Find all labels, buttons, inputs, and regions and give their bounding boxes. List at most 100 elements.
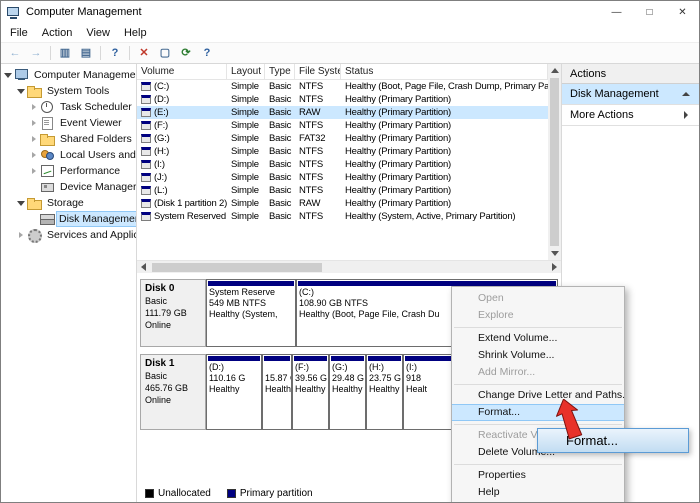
tree-item-computer-management-local[interactable]: Computer Management (Local — [1, 67, 136, 83]
chevron-right-icon[interactable] — [681, 110, 691, 120]
local-users-and-groups-icon — [40, 149, 54, 161]
context-menu-item-change-drive-letter-and-paths[interactable]: Change Drive Letter and Paths... — [452, 387, 624, 404]
context-menu-item-help[interactable]: Help — [452, 484, 624, 501]
tree-item-services-and-applications[interactable]: Services and Applications — [1, 227, 136, 243]
chevron-collapsed-icon[interactable] — [16, 230, 26, 240]
open-button[interactable]: ▢ — [155, 44, 175, 62]
volume-row-g[interactable]: (G:)SimpleBasicFAT32Healthy (Primary Par… — [137, 132, 548, 145]
help-topics-button[interactable]: ? — [197, 44, 217, 62]
volume-name: System Reserved (K:) — [154, 211, 227, 222]
window-controls: — □ ✕ — [600, 1, 699, 23]
column-header-type[interactable]: Type — [265, 64, 295, 79]
type-cell: Basic — [265, 159, 295, 170]
scroll-down-button[interactable] — [548, 247, 561, 260]
partition-f[interactable]: (F:)39.56 GHealthy — [292, 354, 329, 430]
status-cell: Healthy (Primary Partition) — [341, 198, 548, 209]
tree-item-task-scheduler[interactable]: Task Scheduler — [1, 99, 136, 115]
disk-header-disk-0[interactable]: Disk 0Basic111.79 GBOnline — [140, 279, 206, 347]
scroll-right-button[interactable] — [548, 261, 561, 274]
volume-row-e[interactable]: (E:)SimpleBasicRAWHealthy (Primary Parti… — [137, 106, 548, 119]
forward-icon: → — [31, 48, 42, 59]
volume-row-disk-1-partition-2[interactable]: (Disk 1 partition 2)SimpleBasicRAWHealth… — [137, 197, 548, 210]
menu-separator — [454, 424, 622, 425]
partition-health: Healthy (System, — [209, 309, 293, 320]
tree-item-label: Shared Folders — [57, 132, 135, 146]
partition-text: (D:)110.16 GHealthy — [207, 361, 261, 396]
chevron-collapsed-icon[interactable] — [29, 150, 39, 160]
action-more-actions[interactable]: More Actions — [562, 105, 699, 126]
chevron-expanded-icon[interactable] — [16, 198, 26, 208]
tree-item-performance[interactable]: Performance — [1, 163, 136, 179]
volume-row-d[interactable]: (D:)SimpleBasicNTFSHealthy (Primary Part… — [137, 93, 548, 106]
context-menu-item-properties[interactable]: Properties — [452, 467, 624, 484]
partition-g[interactable]: (G:)29.48 GHealthy — [329, 354, 366, 430]
column-header-status[interactable]: Status — [341, 64, 548, 79]
tree-item-label: Disk Management — [57, 212, 136, 226]
partition-name: (H:) — [369, 362, 400, 373]
horizontal-scroll-thumb[interactable] — [152, 263, 322, 272]
column-header-layout[interactable]: Layout — [227, 64, 265, 79]
help-button[interactable]: ? — [105, 44, 125, 62]
volume-name: (D:) — [154, 94, 169, 105]
volume-row-c[interactable]: (C:)SimpleBasicNTFSHealthy (Boot, Page F… — [137, 80, 548, 93]
volume-cell: (I:) — [137, 159, 227, 170]
partition-unnamed[interactable]: 15.87 GHealth — [262, 354, 292, 430]
tree-item-system-tools[interactable]: System Tools — [1, 83, 136, 99]
volume-row-i[interactable]: (I:)SimpleBasicNTFSHealthy (Primary Part… — [137, 158, 548, 171]
menu-action[interactable]: Action — [35, 25, 80, 41]
chevron-expanded-icon[interactable] — [16, 86, 26, 96]
delete-volume-icon: ✕ — [139, 48, 148, 59]
tree-item-disk-management[interactable]: Disk Management — [1, 211, 136, 227]
task-scheduler-icon — [40, 101, 54, 113]
partition-system-reserve[interactable]: System Reserve549 MB NTFSHealthy (System… — [206, 279, 296, 347]
chevron-collapsed-icon[interactable] — [29, 118, 39, 128]
vertical-scroll-thumb[interactable] — [550, 78, 559, 246]
tree-item-device-manager[interactable]: Device Manager — [1, 179, 136, 195]
app-icon — [7, 6, 21, 19]
action-disk-management[interactable]: Disk Management — [562, 84, 699, 105]
partition-h[interactable]: (H:)23.75 GHealthy — [366, 354, 403, 430]
column-header-file-system[interactable]: File System — [295, 64, 341, 79]
forward-button[interactable]: → — [26, 44, 46, 62]
properties-button[interactable]: ▤ — [76, 44, 96, 62]
volume-row-f[interactable]: (F:)SimpleBasicNTFSHealthy (Primary Part… — [137, 119, 548, 132]
maximize-button[interactable]: □ — [633, 1, 666, 23]
type-cell: Basic — [265, 81, 295, 92]
volume-row-h[interactable]: (H:)SimpleBasicNTFSHealthy (Primary Part… — [137, 145, 548, 158]
menu-view[interactable]: View — [79, 25, 117, 41]
chevron-collapsed-icon[interactable] — [29, 134, 39, 144]
refresh-button[interactable]: ⟳ — [176, 44, 196, 62]
chevron-collapsed-icon[interactable] — [29, 102, 39, 112]
menu-file[interactable]: File — [3, 25, 35, 41]
tree-item-event-viewer[interactable]: Event Viewer — [1, 115, 136, 131]
context-menu-item-shrink-volume[interactable]: Shrink Volume... — [452, 347, 624, 364]
menu-help[interactable]: Help — [117, 25, 154, 41]
file-system-cell: FAT32 — [295, 133, 341, 144]
tree-item-storage[interactable]: Storage — [1, 195, 136, 211]
context-menu-item-extend-volume[interactable]: Extend Volume... — [452, 330, 624, 347]
volume-row-system-reserved-k[interactable]: System Reserved (K:)SimpleBasicNTFSHealt… — [137, 210, 548, 223]
scroll-up-button[interactable] — [548, 64, 561, 77]
scroll-left-button[interactable] — [137, 261, 150, 274]
column-header-volume[interactable]: Volume — [137, 64, 227, 79]
partition-name: System Reserve — [209, 287, 293, 298]
tree-item-shared-folders[interactable]: Shared Folders — [1, 131, 136, 147]
chevron-expanded-icon[interactable] — [3, 70, 13, 80]
volume-vertical-scrollbar[interactable] — [548, 64, 561, 260]
context-menu-item-format[interactable]: Format... — [452, 404, 624, 421]
partition-d[interactable]: (D:)110.16 GHealthy — [206, 354, 262, 430]
volume-row-j[interactable]: (J:)SimpleBasicNTFSHealthy (Primary Part… — [137, 171, 548, 184]
actions-list: Disk ManagementMore Actions — [562, 84, 699, 126]
volume-horizontal-scrollbar[interactable] — [137, 260, 561, 273]
disk-header-disk-1[interactable]: Disk 1Basic465.76 GBOnline — [140, 354, 206, 430]
tree-item-local-users-and-groups[interactable]: Local Users and Groups — [1, 147, 136, 163]
show-console-tree-button[interactable]: ▥ — [55, 44, 75, 62]
tree-item-label: Storage — [44, 196, 87, 210]
chevron-up-icon[interactable] — [681, 89, 691, 99]
minimize-button[interactable]: — — [600, 1, 633, 23]
back-button[interactable]: ← — [5, 44, 25, 62]
delete-volume-button[interactable]: ✕ — [134, 44, 154, 62]
close-button[interactable]: ✕ — [666, 1, 699, 23]
volume-row-l[interactable]: (L:)SimpleBasicNTFSHealthy (Primary Part… — [137, 184, 548, 197]
chevron-collapsed-icon[interactable] — [29, 166, 39, 176]
